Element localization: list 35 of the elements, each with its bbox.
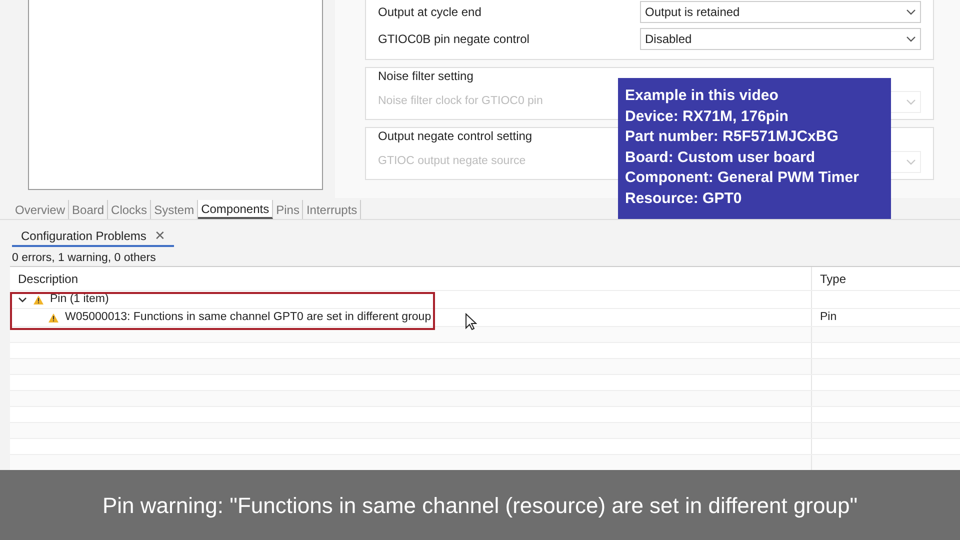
view-tab[interactable]: Configuration Problems ✕ bbox=[12, 227, 174, 247]
info-line: Part number: R5F571MJCxBG bbox=[625, 127, 840, 147]
group-title: Noise filter setting bbox=[378, 68, 474, 85]
chevron-down-icon[interactable] bbox=[18, 295, 27, 304]
editor-tab[interactable]: Components bbox=[198, 200, 274, 219]
info-line: Component: General PWM Timer bbox=[625, 168, 860, 188]
chevron-down-icon bbox=[906, 99, 916, 105]
chevron-down-icon bbox=[906, 36, 916, 42]
setting-label: Output at cycle end bbox=[378, 4, 482, 21]
editor-tab[interactable]: Interrupts bbox=[303, 200, 362, 219]
problems-summary: 0 errors, 1 warning, 0 others bbox=[11, 251, 156, 266]
tree-row[interactable]: Pin (1 item) bbox=[10, 291, 960, 309]
editor-tab[interactable]: Pins bbox=[273, 200, 304, 219]
dropdown[interactable]: Output is retained bbox=[640, 1, 921, 23]
problem-description: W05000013: Functions in same channel GPT0 are set in different group bbox=[65, 310, 432, 325]
editor-tab[interactable]: Clocks bbox=[108, 200, 152, 219]
editor-tab[interactable]: Board bbox=[69, 200, 108, 219]
group-title: Output negate control setting bbox=[378, 128, 532, 145]
problem-type: Pin bbox=[820, 310, 837, 325]
info-line: Device: RX71M, 176pin bbox=[625, 106, 790, 126]
close-icon[interactable]: ✕ bbox=[154, 226, 166, 246]
chevron-down-icon bbox=[906, 9, 916, 15]
column-header[interactable]: Type bbox=[811, 267, 898, 290]
info-line: Resource: GPT0 bbox=[625, 188, 743, 208]
dropdown[interactable]: Disabled bbox=[640, 28, 921, 50]
problem-description: Pin (1 item) bbox=[50, 292, 109, 307]
info-line: Board: Custom user board bbox=[625, 148, 816, 168]
caption-text: Pin warning: "Functions in same channel (resource) are set in different group" bbox=[102, 492, 858, 520]
info-line: Example in this video bbox=[625, 86, 780, 106]
chevron-down-icon bbox=[906, 159, 916, 165]
setting-label: GTIOC0B pin negate control bbox=[378, 31, 530, 48]
editor-tab[interactable]: Overview bbox=[12, 200, 70, 219]
warning-icon bbox=[33, 294, 44, 304]
warning-icon bbox=[48, 312, 59, 322]
column-header[interactable]: Description bbox=[10, 270, 811, 288]
